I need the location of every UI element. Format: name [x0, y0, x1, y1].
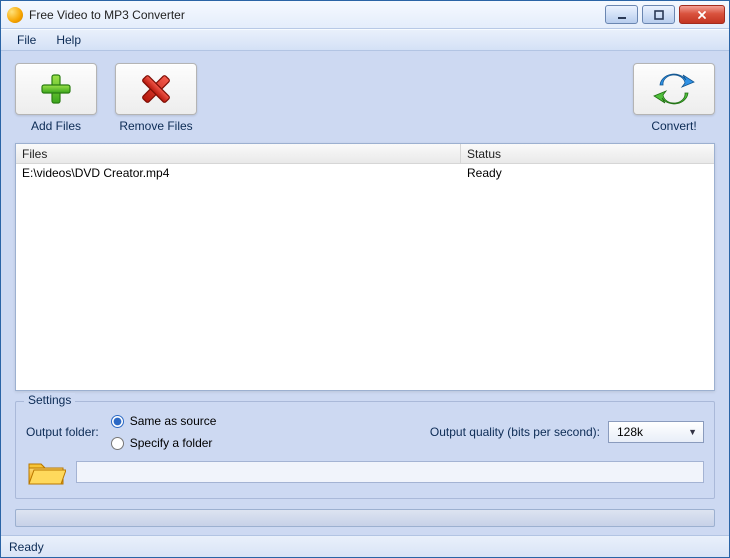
app-window: Free Video to MP3 Converter File Help: [0, 0, 730, 558]
radio-same-as-source-input[interactable]: [111, 415, 124, 428]
file-list: Files Status E:\videos\DVD Creator.mp4 R…: [15, 143, 715, 391]
remove-files-label: Remove Files: [119, 119, 192, 133]
maximize-button[interactable]: [642, 5, 675, 24]
close-button[interactable]: [679, 5, 725, 24]
settings-group: Settings Output folder: Same as source S…: [15, 401, 715, 499]
remove-files-button[interactable]: [115, 63, 197, 115]
output-quality-label: Output quality (bits per second):: [430, 425, 600, 439]
status-text: Ready: [9, 540, 44, 554]
file-status-cell: Ready: [461, 166, 714, 180]
folder-icon: [26, 456, 66, 488]
radio-specify-folder-label: Specify a folder: [130, 436, 213, 450]
x-icon: [136, 69, 176, 109]
output-folder-label: Output folder:: [26, 425, 99, 439]
app-icon: [7, 7, 23, 23]
file-list-header: Files Status: [16, 144, 714, 164]
convert-label: Convert!: [651, 119, 696, 133]
radio-specify-folder[interactable]: Specify a folder: [111, 436, 217, 450]
column-header-files[interactable]: Files: [16, 144, 461, 163]
quality-dropdown[interactable]: 128k ▼: [608, 421, 704, 443]
window-title: Free Video to MP3 Converter: [29, 8, 599, 22]
main-body: Add Files: [1, 51, 729, 535]
table-row[interactable]: E:\videos\DVD Creator.mp4 Ready: [16, 164, 714, 182]
settings-legend: Settings: [24, 393, 75, 407]
toolbar: Add Files: [15, 63, 715, 133]
menubar: File Help: [1, 29, 729, 51]
radio-same-as-source[interactable]: Same as source: [111, 414, 217, 428]
window-controls: [605, 5, 725, 24]
column-header-status[interactable]: Status: [461, 144, 714, 163]
folder-path-input[interactable]: [76, 461, 704, 483]
file-path-cell: E:\videos\DVD Creator.mp4: [16, 166, 461, 180]
radio-specify-folder-input[interactable]: [111, 437, 124, 450]
minimize-button[interactable]: [605, 5, 638, 24]
progress-bar: [15, 509, 715, 527]
menu-file[interactable]: File: [7, 30, 46, 50]
radio-same-as-source-label: Same as source: [130, 414, 217, 428]
quality-dropdown-value: 128k: [617, 425, 643, 439]
titlebar: Free Video to MP3 Converter: [1, 1, 729, 29]
add-files-label: Add Files: [31, 119, 81, 133]
add-files-button[interactable]: [15, 63, 97, 115]
convert-button[interactable]: [633, 63, 715, 115]
statusbar: Ready: [1, 535, 729, 557]
menu-help[interactable]: Help: [46, 30, 91, 50]
refresh-icon: [652, 69, 696, 109]
plus-icon: [36, 69, 76, 109]
chevron-down-icon: ▼: [688, 427, 697, 437]
file-list-body[interactable]: E:\videos\DVD Creator.mp4 Ready: [16, 164, 714, 390]
